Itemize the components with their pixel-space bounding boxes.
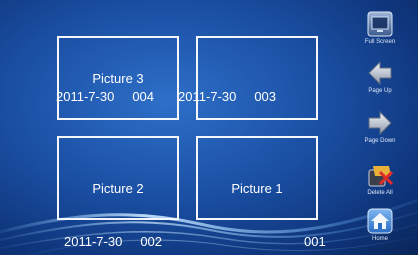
thumbnail-picture-2[interactable]: Picture 2 [57,136,179,220]
thumbnail-date: 2011-7-30 [56,89,115,104]
thumbnail-stamp: 2011-7-30 003 [178,89,276,104]
full-screen-label: Full Screen [364,39,396,45]
arrow-right-icon [368,110,392,136]
thumbnail-picture-3[interactable]: Picture 3 [57,36,179,120]
thumbnail-number: 001 [304,234,326,249]
home-button[interactable]: Home [360,208,400,252]
delete-all-label: Delete All [367,190,393,196]
thumbnail-number: 004 [132,89,155,104]
page-up-button[interactable]: Page Up [360,60,400,104]
thumbnail-stamp: 001 [304,234,326,249]
full-screen-icon [367,11,393,37]
delete-all-button[interactable]: Delete All [360,162,400,206]
thumbnail-picture-1[interactable]: Picture 1 [196,136,318,220]
thumbnail-stamp: 2011-7-30 004 [56,89,154,104]
thumbnail-picture-4[interactable] [196,36,318,120]
home-label: Home [371,236,388,242]
thumbnail-date: 2011-7-30 [64,234,123,249]
picture-browser-screen: Picture 3 Picture 2 Picture 1 2011-7-30 0… [0,0,418,255]
page-down-button[interactable]: Page Down [360,110,400,154]
delete-all-icon [368,166,393,187]
thumbnail-label: Picture 2 [92,181,144,196]
arrow-left-icon [368,60,392,86]
full-screen-button[interactable]: Full Screen [360,11,400,55]
page-up-label: Page Up [368,88,392,94]
thumbnail-number: 003 [254,89,277,104]
thumbnail-date: 2011-7-30 [178,89,237,104]
home-icon [367,208,393,234]
thumbnail-label: Picture 3 [92,71,144,86]
thumbnail-label: Picture 1 [231,181,283,196]
page-down-label: Page Down [364,138,396,144]
thumbnail-number: 002 [140,234,163,249]
thumbnail-stamp: 2011-7-30 002 [64,234,162,249]
